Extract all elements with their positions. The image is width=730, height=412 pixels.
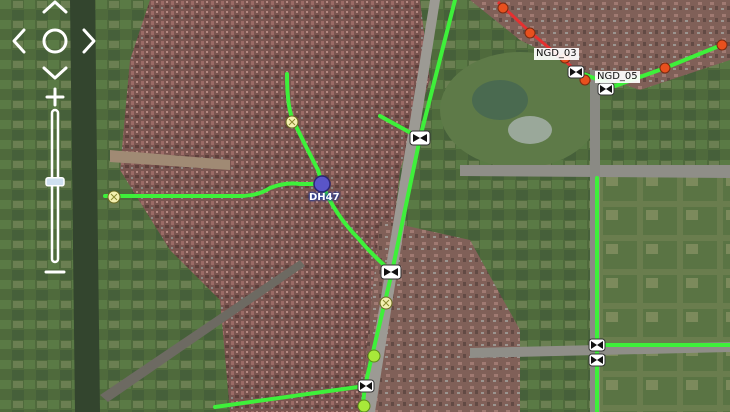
park-lake	[472, 80, 528, 120]
orange-node[interactable]	[659, 62, 671, 74]
orange-node[interactable]	[524, 27, 536, 39]
end-node[interactable]	[357, 399, 371, 412]
park-plaza	[508, 116, 552, 144]
junction-node[interactable]	[567, 65, 585, 79]
dh47-label: DH47	[309, 192, 340, 203]
junction-node[interactable]	[588, 338, 606, 352]
valve-node[interactable]	[285, 115, 299, 129]
canal	[70, 0, 100, 412]
valve-node[interactable]	[107, 190, 121, 204]
junction-node[interactable]	[380, 264, 402, 280]
junction-node[interactable]	[597, 82, 615, 96]
grid-blocks	[600, 175, 730, 412]
ngd05-label: NGD_05	[595, 71, 640, 83]
orange-node[interactable]	[716, 39, 728, 51]
zoom-slider-thumb[interactable]	[45, 177, 65, 187]
junction-node[interactable]	[409, 130, 431, 146]
map-canvas[interactable]	[0, 0, 730, 412]
end-node[interactable]	[367, 349, 381, 363]
orange-node[interactable]	[497, 2, 509, 14]
junction-node[interactable]	[357, 379, 375, 393]
ngd03-label: NGD_03	[534, 48, 579, 60]
dh47-marker[interactable]	[313, 175, 331, 193]
valve-node[interactable]	[379, 296, 393, 310]
junction-node[interactable]	[588, 353, 606, 367]
